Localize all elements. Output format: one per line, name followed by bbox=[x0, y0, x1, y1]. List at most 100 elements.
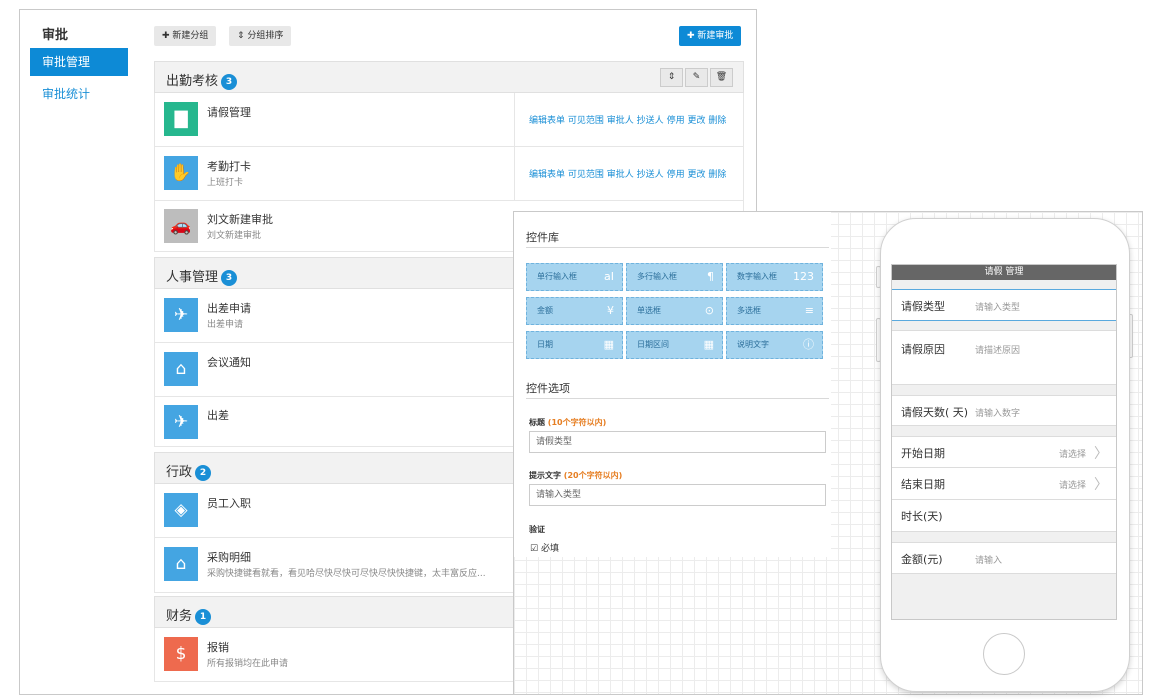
field-label: 结束日期 bbox=[901, 478, 945, 491]
change-link[interactable]: 更改 bbox=[687, 167, 705, 180]
field-placeholder: 请输入 bbox=[975, 556, 1003, 566]
edit-icon[interactable]: ✎ bbox=[685, 68, 708, 87]
group-name: 人事管理 bbox=[166, 270, 219, 285]
required-checkbox[interactable]: ☑ 必填 bbox=[530, 541, 559, 554]
calendar-icon: ▦ bbox=[703, 338, 714, 351]
disable-link[interactable]: 停用 bbox=[667, 113, 685, 126]
divider bbox=[526, 398, 829, 399]
plus-icon: ✚ bbox=[162, 31, 173, 41]
required-label: 必填 bbox=[540, 544, 559, 554]
list-icon: ≡ bbox=[804, 304, 814, 317]
row-actions: 编辑表单 可见范围 审批人 抄送人 停用 更改 删除 bbox=[514, 93, 726, 146]
date-range-control[interactable]: 日期区间 ▦ bbox=[626, 331, 723, 359]
list-item[interactable]: ✋ 考勤打卡 上班打卡 编辑表单 可见范围 审批人 抄送人 停用 更改 删除 bbox=[154, 147, 744, 201]
radio-icon: ⊙ bbox=[704, 304, 714, 317]
visibility-link[interactable]: 可见范围 bbox=[568, 167, 604, 180]
start-date-field[interactable]: 开始日期 请选择 〉 bbox=[892, 436, 1116, 468]
approver-link[interactable]: 审批人 bbox=[607, 167, 634, 180]
description-text-control[interactable]: 说明文字 ⓘ bbox=[726, 331, 823, 359]
control-label: 单选框 bbox=[637, 306, 661, 315]
label-text: 标题 bbox=[529, 418, 545, 427]
field-label: 金额(元) bbox=[901, 553, 943, 566]
control-label: 数字输入框 bbox=[737, 272, 777, 281]
multi-line-input-control[interactable]: 多行输入框 ¶ bbox=[626, 263, 723, 291]
designer-panel: 控件库 单行输入框 aI 多行输入框 ¶ 数字输入框 123 金额 ¥ 单选框 ⊙ 多选框… bbox=[514, 212, 831, 557]
chat-icon: ▇ bbox=[164, 102, 198, 136]
leave-reason-field[interactable]: 请假原因 请描述原因 bbox=[892, 330, 1116, 385]
radio-control[interactable]: 单选框 ⊙ bbox=[626, 297, 723, 325]
title-input[interactable]: 请假类型 bbox=[529, 431, 826, 453]
phone-header: 请假 管理 bbox=[892, 265, 1116, 280]
sidebar-item-approval-statistics[interactable]: 审批统计 bbox=[30, 80, 128, 108]
sort-icon: ⇕ bbox=[237, 31, 248, 41]
delete-link[interactable]: 删除 bbox=[708, 167, 726, 180]
calendar-icon: ▦ bbox=[603, 338, 614, 351]
delete-link[interactable]: 删除 bbox=[708, 113, 726, 126]
store-icon: ⌂ bbox=[164, 547, 198, 581]
list-item[interactable]: ▇ 请假管理 编辑表单 可见范围 审批人 抄送人 停用 更改 删除 bbox=[154, 93, 744, 147]
field-placeholder: 请输入类型 bbox=[975, 303, 1021, 313]
number-input-control[interactable]: 数字输入框 123 bbox=[726, 263, 823, 291]
chevron-right-icon: 〉 bbox=[1094, 477, 1108, 493]
count-badge: 3 bbox=[221, 270, 238, 286]
phone-screen: 请假 管理 请假类型 请输入类型 请假原因 请描述原因 请假天数( 天) 请输入… bbox=[891, 264, 1117, 620]
group-title: 人事管理 3 bbox=[166, 266, 238, 286]
info-icon: ⓘ bbox=[803, 338, 814, 351]
prompt-input[interactable]: 请输入类型 bbox=[529, 484, 826, 506]
sidebar: 审批 审批管理 审批统计 bbox=[20, 10, 140, 694]
edit-form-link[interactable]: 编辑表单 bbox=[529, 113, 565, 126]
control-label: 金额 bbox=[537, 306, 553, 315]
sort-group-label: 分组排序 bbox=[247, 31, 284, 41]
plus-icon: ✚ bbox=[687, 31, 698, 41]
hint-text: (10个字符以内) bbox=[547, 418, 607, 427]
control-label: 多选框 bbox=[737, 306, 761, 315]
end-date-field[interactable]: 结束日期 请选择 〉 bbox=[892, 468, 1116, 500]
new-approval-label: 新建审批 bbox=[697, 31, 734, 41]
edit-form-link[interactable]: 编辑表单 bbox=[529, 167, 565, 180]
trash-icon[interactable]: 🗑 bbox=[710, 68, 733, 87]
count-badge: 1 bbox=[195, 609, 212, 625]
money-bag-icon: $ bbox=[164, 637, 198, 671]
new-approval-button[interactable]: ✚ 新建审批 bbox=[679, 26, 742, 46]
sort-icon[interactable]: ⇕ bbox=[660, 68, 683, 87]
sidebar-item-approval-management[interactable]: 审批管理 bbox=[30, 48, 128, 76]
amount-field[interactable]: 金额(元) 请输入 bbox=[892, 542, 1116, 574]
cc-link[interactable]: 抄送人 bbox=[637, 167, 664, 180]
plane-icon: ✈ bbox=[164, 405, 198, 439]
checkbox-control[interactable]: 多选框 ≡ bbox=[726, 297, 823, 325]
field-label: 请假类型 bbox=[901, 300, 945, 313]
approver-link[interactable]: 审批人 bbox=[607, 113, 634, 126]
change-link[interactable]: 更改 bbox=[687, 113, 705, 126]
new-group-button[interactable]: ✚ 新建分组 bbox=[154, 26, 217, 46]
row-actions: 编辑表单 可见范围 审批人 抄送人 停用 更改 删除 bbox=[514, 147, 726, 200]
title-field-label: 标题 (10个字符以内) bbox=[529, 417, 606, 428]
divider bbox=[526, 247, 829, 248]
group-name: 出勤考核 bbox=[166, 74, 219, 89]
car-icon: 🚗 bbox=[164, 209, 198, 243]
amount-control[interactable]: 金额 ¥ bbox=[526, 297, 623, 325]
tag-icon: ◈ bbox=[164, 493, 198, 527]
group-header: 出勤考核 3 ⇕ ✎ 🗑 bbox=[154, 61, 744, 93]
visibility-link[interactable]: 可见范围 bbox=[568, 113, 604, 126]
disable-link[interactable]: 停用 bbox=[667, 167, 685, 180]
plane-icon: ✈ bbox=[164, 298, 198, 332]
leave-days-field[interactable]: 请假天数( 天) 请输入数字 bbox=[892, 395, 1116, 426]
cc-link[interactable]: 抄送人 bbox=[637, 113, 664, 126]
chevron-right-icon: 〉 bbox=[1094, 446, 1108, 462]
text-icon: aI bbox=[604, 270, 614, 283]
item-desc: 采购快捷键看就看，看见哈尽快尽快可尽快尽快快捷键，太丰富反应... bbox=[207, 569, 486, 579]
item-name: 会议通知 bbox=[207, 356, 251, 369]
control-options-title: 控件选项 bbox=[526, 382, 570, 395]
field-placeholder: 请输入数字 bbox=[975, 409, 1021, 419]
group-name: 财务 bbox=[166, 609, 193, 624]
item-desc: 所有报销均在此申请 bbox=[207, 659, 289, 669]
date-control[interactable]: 日期 ▦ bbox=[526, 331, 623, 359]
control-label: 单行输入框 bbox=[537, 272, 577, 281]
single-line-input-control[interactable]: 单行输入框 aI bbox=[526, 263, 623, 291]
hint-text: (20个字符以内) bbox=[563, 471, 623, 480]
control-label: 日期 bbox=[537, 340, 553, 349]
control-library-title: 控件库 bbox=[526, 231, 559, 244]
leave-type-field[interactable]: 请假类型 请输入类型 bbox=[892, 289, 1116, 321]
sidebar-title: 审批 bbox=[42, 28, 69, 43]
sort-group-button[interactable]: ⇕ 分组排序 bbox=[229, 26, 292, 46]
